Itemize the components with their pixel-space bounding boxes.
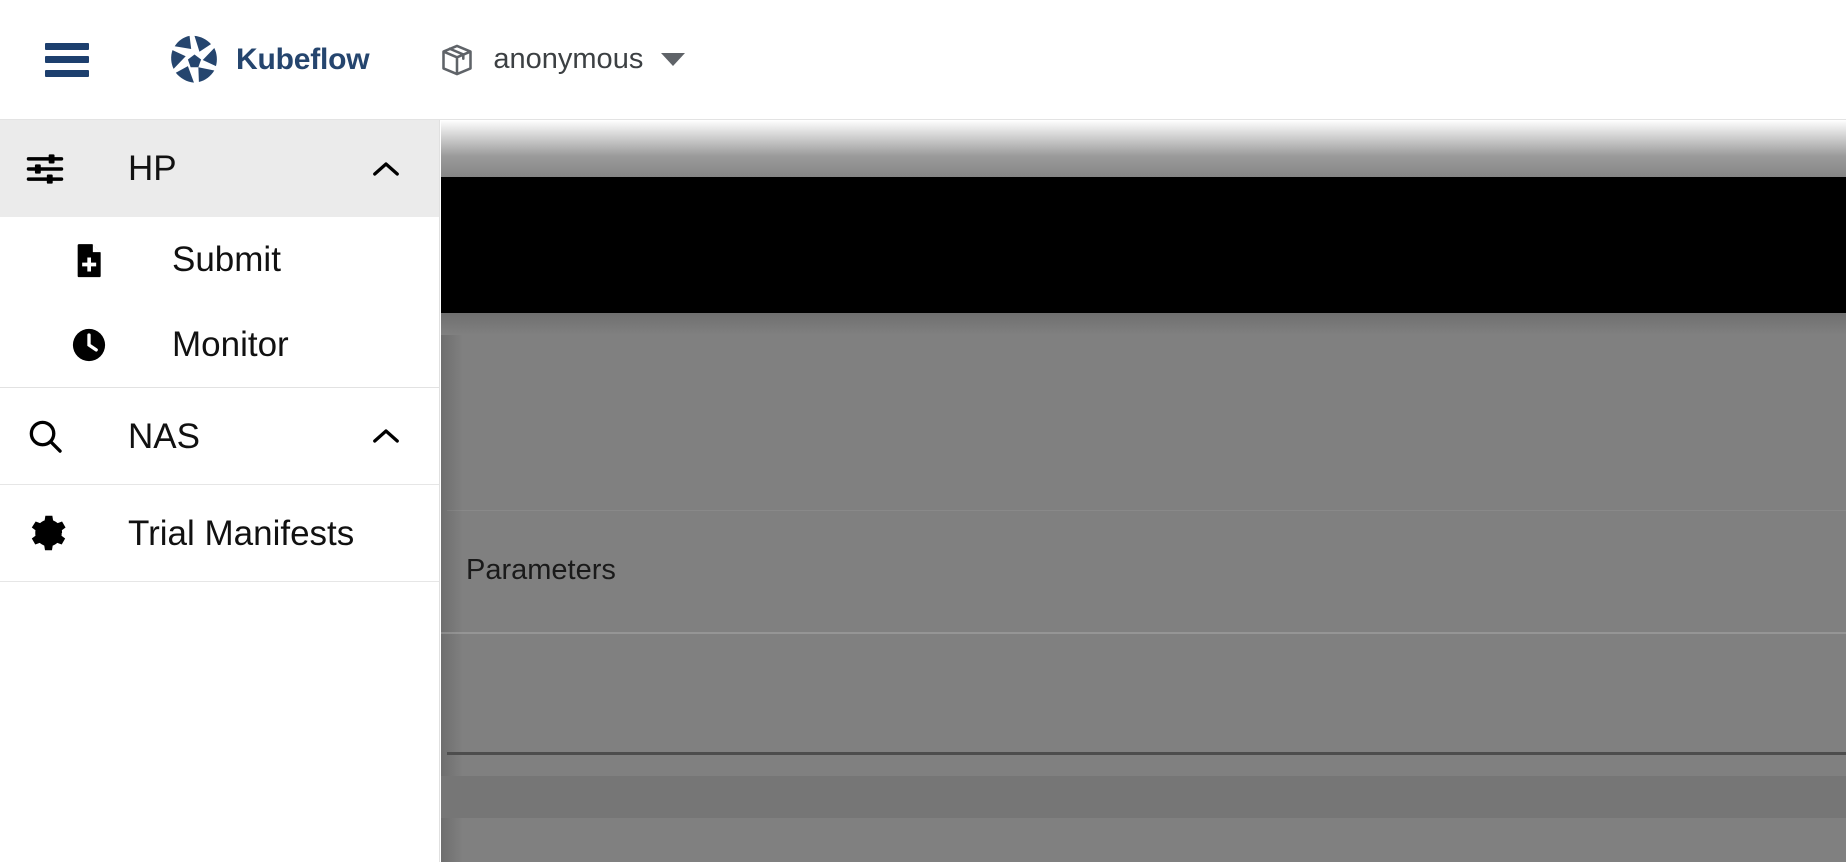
hamburger-bar-3 xyxy=(45,69,89,77)
content-row-separator-1 xyxy=(447,510,1846,511)
overlay-band-shade xyxy=(441,313,1846,335)
app-root: Kubeflow anonymous HP Submit Monitor NAS… xyxy=(0,0,1846,862)
top-navigation-bar: Kubeflow anonymous xyxy=(0,0,1846,120)
sidebar-item-monitor-label: Monitor xyxy=(172,325,289,364)
parameters-section-label: Parameters xyxy=(466,554,616,586)
brand-logo-link[interactable]: Kubeflow xyxy=(167,32,370,87)
sidebar-item-submit[interactable]: Submit xyxy=(0,217,439,302)
sidebar-item-trial-manifests-label: Trial Manifests xyxy=(128,513,355,553)
sidebar-item-trial-manifests[interactable]: Trial Manifests xyxy=(0,485,439,582)
hamburger-bar-2 xyxy=(45,56,89,63)
gear-icon xyxy=(22,510,68,556)
content-row-separator-3 xyxy=(447,752,1846,755)
sidebar-group-hp[interactable]: HP xyxy=(0,120,439,217)
sidebar-item-monitor[interactable]: Monitor xyxy=(0,302,439,387)
content-row-band xyxy=(441,776,1846,818)
sidebar-group-nas-label: NAS xyxy=(128,416,200,456)
overlay-top-fade xyxy=(441,120,1846,178)
main-content-area: Parameters xyxy=(441,120,1846,862)
caret-down-icon[interactable] xyxy=(661,53,686,66)
content-row-separator-2 xyxy=(441,632,1846,634)
sidebar-item-submit-label: Submit xyxy=(172,240,281,279)
sidebar-navigation: HP Submit Monitor NAS Trial Manifests xyxy=(0,120,440,862)
kubeflow-logo-icon xyxy=(171,35,217,83)
clock-icon xyxy=(68,324,110,366)
hamburger-menu-icon[interactable] xyxy=(45,42,89,77)
brand-name: Kubeflow xyxy=(236,42,370,76)
tune-sliders-icon xyxy=(22,146,68,192)
content-banner-black xyxy=(441,177,1846,313)
sidebar-group-nas[interactable]: NAS xyxy=(0,388,439,485)
namespace-selector[interactable]: anonymous xyxy=(439,42,686,78)
namespace-label: anonymous xyxy=(493,43,644,75)
search-icon xyxy=(22,413,68,459)
file-add-icon xyxy=(68,239,110,281)
hamburger-bar-1 xyxy=(45,42,89,50)
namespace-box-icon xyxy=(442,44,473,75)
sidebar-group-hp-label: HP xyxy=(128,149,177,188)
chevron-up-icon[interactable] xyxy=(371,426,401,446)
chevron-up-icon[interactable] xyxy=(371,159,401,179)
